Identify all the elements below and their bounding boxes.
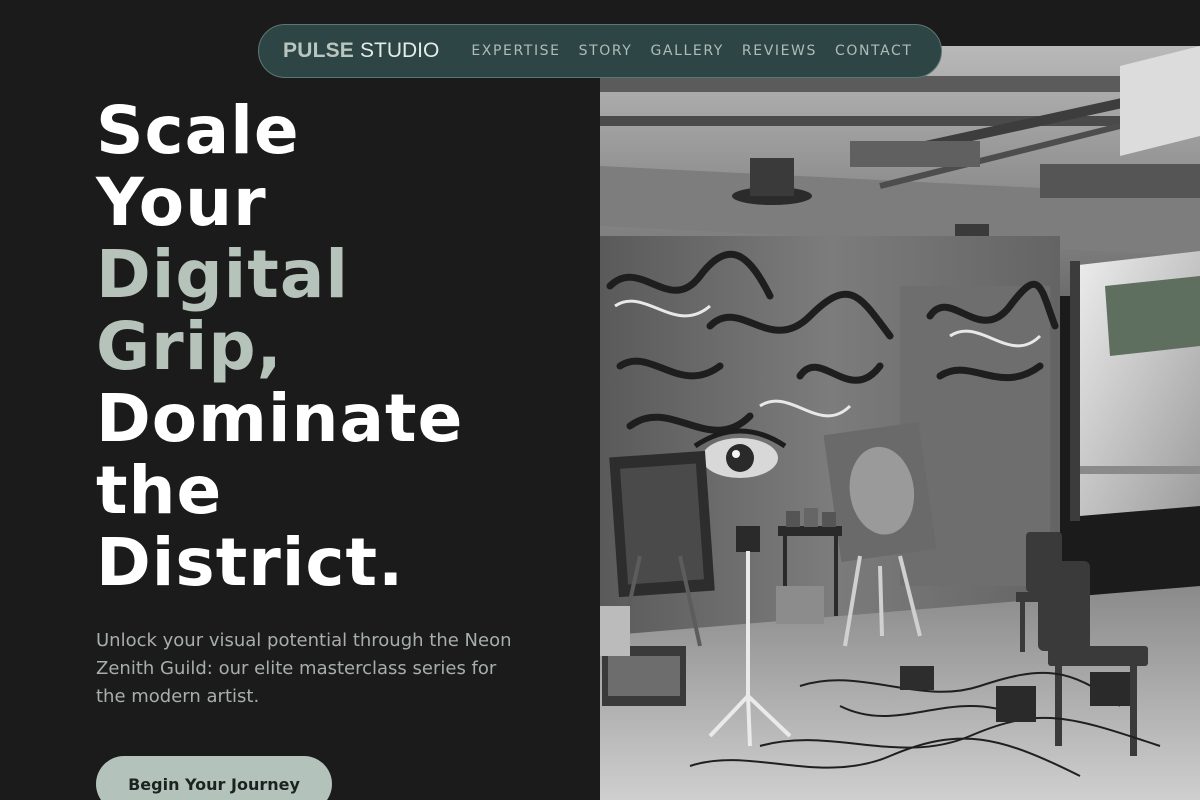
begin-journey-button[interactable]: Begin Your Journey bbox=[96, 756, 332, 800]
headline-line: Dominate bbox=[96, 380, 464, 457]
nav-link-story[interactable]: STORY bbox=[579, 43, 633, 59]
nav-link-gallery[interactable]: GALLERY bbox=[650, 43, 723, 59]
nav-link-contact[interactable]: CONTACT bbox=[835, 43, 913, 59]
headline-line: the bbox=[96, 452, 223, 529]
hero-subtitle: Unlock your visual potential through the… bbox=[96, 630, 512, 707]
nav-link-reviews[interactable]: REVIEWS bbox=[742, 43, 817, 59]
nav-link-expertise[interactable]: EXPERTISE bbox=[471, 43, 560, 59]
brand-logo[interactable]: PULSE STUDIO bbox=[283, 39, 439, 63]
headline-line: Scale bbox=[96, 92, 300, 169]
top-nav: PULSE STUDIO EXPERTISE STORY GALLERY REV… bbox=[258, 24, 942, 78]
hero-headline: Scale Your Digital Grip, Dominate the Di… bbox=[96, 95, 596, 599]
studio-photo bbox=[600, 46, 1200, 800]
headline-line: Your bbox=[96, 164, 267, 241]
logo-wordmark-light: STUDIO bbox=[360, 39, 440, 62]
headline-line: District. bbox=[96, 524, 405, 601]
headline-line-accent: Grip, bbox=[96, 308, 283, 385]
headline-line-accent: Digital bbox=[96, 236, 349, 313]
hero-section: Scale Your Digital Grip, Dominate the Di… bbox=[96, 95, 596, 800]
logo-wordmark-bold: PULSE bbox=[283, 39, 355, 62]
